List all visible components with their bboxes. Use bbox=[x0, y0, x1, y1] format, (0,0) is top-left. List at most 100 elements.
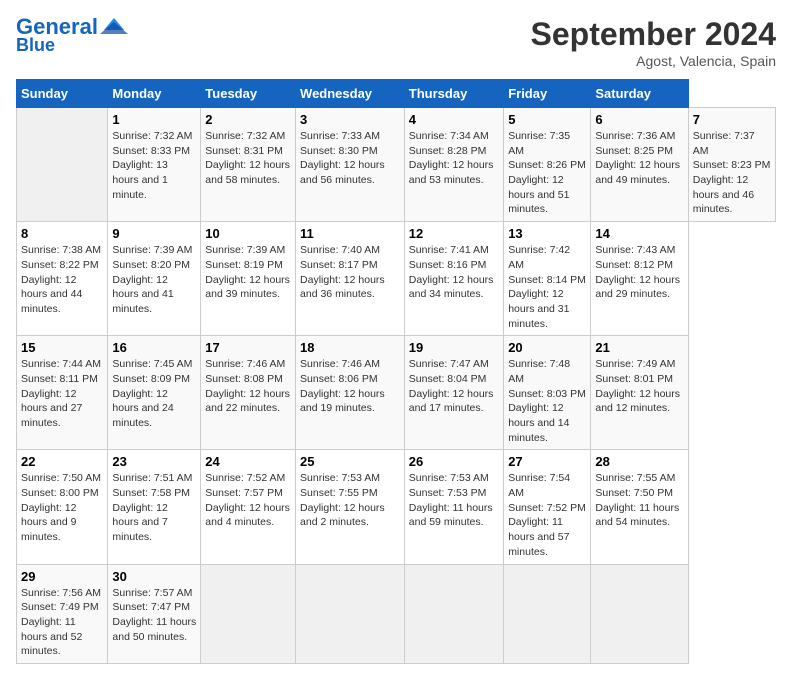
day-number: 9 bbox=[112, 226, 196, 241]
empty-day-cell bbox=[504, 564, 591, 663]
day-cell-30: 30 Sunrise: 7:57 AMSunset: 7:47 PMDaylig… bbox=[108, 564, 201, 663]
day-cell-10: 10 Sunrise: 7:39 AMSunset: 8:19 PMDaylig… bbox=[201, 222, 296, 336]
day-content: Sunrise: 7:53 AMSunset: 7:55 PMDaylight:… bbox=[300, 472, 385, 528]
day-cell-20: 20 Sunrise: 7:48 AMSunset: 8:03 PMDaylig… bbox=[504, 336, 591, 450]
day-cell-18: 18 Sunrise: 7:46 AMSunset: 8:06 PMDaylig… bbox=[296, 336, 405, 450]
empty-day-cell bbox=[404, 564, 503, 663]
day-content: Sunrise: 7:41 AMSunset: 8:16 PMDaylight:… bbox=[409, 244, 494, 300]
weekday-header-wednesday: Wednesday bbox=[296, 80, 405, 108]
day-content: Sunrise: 7:56 AMSunset: 7:49 PMDaylight:… bbox=[21, 587, 101, 658]
calendar-title: September 2024 bbox=[531, 16, 776, 53]
day-number: 20 bbox=[508, 340, 586, 355]
day-number: 13 bbox=[508, 226, 586, 241]
empty-day-cell bbox=[591, 564, 688, 663]
weekday-header-monday: Monday bbox=[108, 80, 201, 108]
day-number: 5 bbox=[508, 112, 586, 127]
day-content: Sunrise: 7:49 AMSunset: 8:01 PMDaylight:… bbox=[595, 358, 680, 414]
day-cell-3: 3 Sunrise: 7:33 AMSunset: 8:30 PMDayligh… bbox=[296, 108, 405, 222]
title-area: September 2024 Agost, Valencia, Spain bbox=[531, 16, 776, 69]
day-cell-12: 12 Sunrise: 7:41 AMSunset: 8:16 PMDaylig… bbox=[404, 222, 503, 336]
day-number: 1 bbox=[112, 112, 196, 127]
day-cell-5: 5 Sunrise: 7:35 AMSunset: 8:26 PMDayligh… bbox=[504, 108, 591, 222]
day-cell-9: 9 Sunrise: 7:39 AMSunset: 8:20 PMDayligh… bbox=[108, 222, 201, 336]
logo-arrow-icon bbox=[100, 16, 128, 34]
day-content: Sunrise: 7:39 AMSunset: 8:19 PMDaylight:… bbox=[205, 244, 290, 300]
day-content: Sunrise: 7:55 AMSunset: 7:50 PMDaylight:… bbox=[595, 472, 679, 528]
day-number: 26 bbox=[409, 454, 499, 469]
day-cell-22: 22 Sunrise: 7:50 AMSunset: 8:00 PMDaylig… bbox=[17, 450, 108, 564]
day-cell-8: 8 Sunrise: 7:38 AMSunset: 8:22 PMDayligh… bbox=[17, 222, 108, 336]
day-cell-13: 13 Sunrise: 7:42 AMSunset: 8:14 PMDaylig… bbox=[504, 222, 591, 336]
empty-day-cell bbox=[201, 564, 296, 663]
day-number: 10 bbox=[205, 226, 291, 241]
day-content: Sunrise: 7:52 AMSunset: 7:57 PMDaylight:… bbox=[205, 472, 290, 528]
day-content: Sunrise: 7:46 AMSunset: 8:08 PMDaylight:… bbox=[205, 358, 290, 414]
day-cell-19: 19 Sunrise: 7:47 AMSunset: 8:04 PMDaylig… bbox=[404, 336, 503, 450]
weekday-header-tuesday: Tuesday bbox=[201, 80, 296, 108]
calendar-week-row: 29 Sunrise: 7:56 AMSunset: 7:49 PMDaylig… bbox=[17, 564, 776, 663]
day-cell-6: 6 Sunrise: 7:36 AMSunset: 8:25 PMDayligh… bbox=[591, 108, 688, 222]
calendar-table: SundayMondayTuesdayWednesdayThursdayFrid… bbox=[16, 79, 776, 664]
day-content: Sunrise: 7:43 AMSunset: 8:12 PMDaylight:… bbox=[595, 244, 680, 300]
day-cell-26: 26 Sunrise: 7:53 AMSunset: 7:53 PMDaylig… bbox=[404, 450, 503, 564]
day-number: 27 bbox=[508, 454, 586, 469]
day-number: 16 bbox=[112, 340, 196, 355]
logo: General Blue bbox=[16, 16, 128, 54]
day-content: Sunrise: 7:34 AMSunset: 8:28 PMDaylight:… bbox=[409, 130, 494, 186]
weekday-header-saturday: Saturday bbox=[591, 80, 688, 108]
day-cell-24: 24 Sunrise: 7:52 AMSunset: 7:57 PMDaylig… bbox=[201, 450, 296, 564]
weekday-header-friday: Friday bbox=[504, 80, 591, 108]
day-cell-15: 15 Sunrise: 7:44 AMSunset: 8:11 PMDaylig… bbox=[17, 336, 108, 450]
day-cell-23: 23 Sunrise: 7:51 AMSunset: 7:58 PMDaylig… bbox=[108, 450, 201, 564]
day-content: Sunrise: 7:38 AMSunset: 8:22 PMDaylight:… bbox=[21, 244, 101, 315]
day-cell-2: 2 Sunrise: 7:32 AMSunset: 8:31 PMDayligh… bbox=[201, 108, 296, 222]
empty-day-cell bbox=[296, 564, 405, 663]
day-number: 22 bbox=[21, 454, 103, 469]
day-number: 30 bbox=[112, 569, 196, 584]
day-cell-21: 21 Sunrise: 7:49 AMSunset: 8:01 PMDaylig… bbox=[591, 336, 688, 450]
day-number: 15 bbox=[21, 340, 103, 355]
day-cell-14: 14 Sunrise: 7:43 AMSunset: 8:12 PMDaylig… bbox=[591, 222, 688, 336]
calendar-week-row: 8 Sunrise: 7:38 AMSunset: 8:22 PMDayligh… bbox=[17, 222, 776, 336]
day-content: Sunrise: 7:57 AMSunset: 7:47 PMDaylight:… bbox=[112, 587, 196, 643]
day-content: Sunrise: 7:42 AMSunset: 8:14 PMDaylight:… bbox=[508, 244, 586, 329]
calendar-week-row: 1 Sunrise: 7:32 AMSunset: 8:33 PMDayligh… bbox=[17, 108, 776, 222]
day-number: 14 bbox=[595, 226, 683, 241]
day-number: 23 bbox=[112, 454, 196, 469]
day-cell-16: 16 Sunrise: 7:45 AMSunset: 8:09 PMDaylig… bbox=[108, 336, 201, 450]
day-content: Sunrise: 7:51 AMSunset: 7:58 PMDaylight:… bbox=[112, 472, 192, 543]
weekday-header-thursday: Thursday bbox=[404, 80, 503, 108]
day-number: 2 bbox=[205, 112, 291, 127]
day-content: Sunrise: 7:32 AMSunset: 8:31 PMDaylight:… bbox=[205, 130, 290, 186]
day-number: 12 bbox=[409, 226, 499, 241]
day-content: Sunrise: 7:54 AMSunset: 7:52 PMDaylight:… bbox=[508, 472, 586, 557]
calendar-week-row: 22 Sunrise: 7:50 AMSunset: 8:00 PMDaylig… bbox=[17, 450, 776, 564]
day-number: 24 bbox=[205, 454, 291, 469]
day-number: 3 bbox=[300, 112, 400, 127]
day-cell-28: 28 Sunrise: 7:55 AMSunset: 7:50 PMDaylig… bbox=[591, 450, 688, 564]
day-content: Sunrise: 7:32 AMSunset: 8:33 PMDaylight:… bbox=[112, 130, 192, 201]
day-content: Sunrise: 7:50 AMSunset: 8:00 PMDaylight:… bbox=[21, 472, 101, 543]
header: General Blue September 2024 Agost, Valen… bbox=[16, 16, 776, 69]
day-cell-11: 11 Sunrise: 7:40 AMSunset: 8:17 PMDaylig… bbox=[296, 222, 405, 336]
day-content: Sunrise: 7:46 AMSunset: 8:06 PMDaylight:… bbox=[300, 358, 385, 414]
day-content: Sunrise: 7:45 AMSunset: 8:09 PMDaylight:… bbox=[112, 358, 192, 429]
day-number: 18 bbox=[300, 340, 400, 355]
day-number: 8 bbox=[21, 226, 103, 241]
day-content: Sunrise: 7:47 AMSunset: 8:04 PMDaylight:… bbox=[409, 358, 494, 414]
day-cell-27: 27 Sunrise: 7:54 AMSunset: 7:52 PMDaylig… bbox=[504, 450, 591, 564]
day-cell-17: 17 Sunrise: 7:46 AMSunset: 8:08 PMDaylig… bbox=[201, 336, 296, 450]
day-content: Sunrise: 7:53 AMSunset: 7:53 PMDaylight:… bbox=[409, 472, 493, 528]
day-cell-1: 1 Sunrise: 7:32 AMSunset: 8:33 PMDayligh… bbox=[108, 108, 201, 222]
day-cell-4: 4 Sunrise: 7:34 AMSunset: 8:28 PMDayligh… bbox=[404, 108, 503, 222]
day-number: 28 bbox=[595, 454, 683, 469]
calendar-week-row: 15 Sunrise: 7:44 AMSunset: 8:11 PMDaylig… bbox=[17, 336, 776, 450]
day-content: Sunrise: 7:39 AMSunset: 8:20 PMDaylight:… bbox=[112, 244, 192, 315]
day-content: Sunrise: 7:37 AMSunset: 8:23 PMDaylight:… bbox=[693, 130, 771, 215]
day-number: 11 bbox=[300, 226, 400, 241]
day-cell-29: 29 Sunrise: 7:56 AMSunset: 7:49 PMDaylig… bbox=[17, 564, 108, 663]
day-number: 7 bbox=[693, 112, 771, 127]
day-number: 29 bbox=[21, 569, 103, 584]
weekday-header-sunday: Sunday bbox=[17, 80, 108, 108]
day-number: 25 bbox=[300, 454, 400, 469]
